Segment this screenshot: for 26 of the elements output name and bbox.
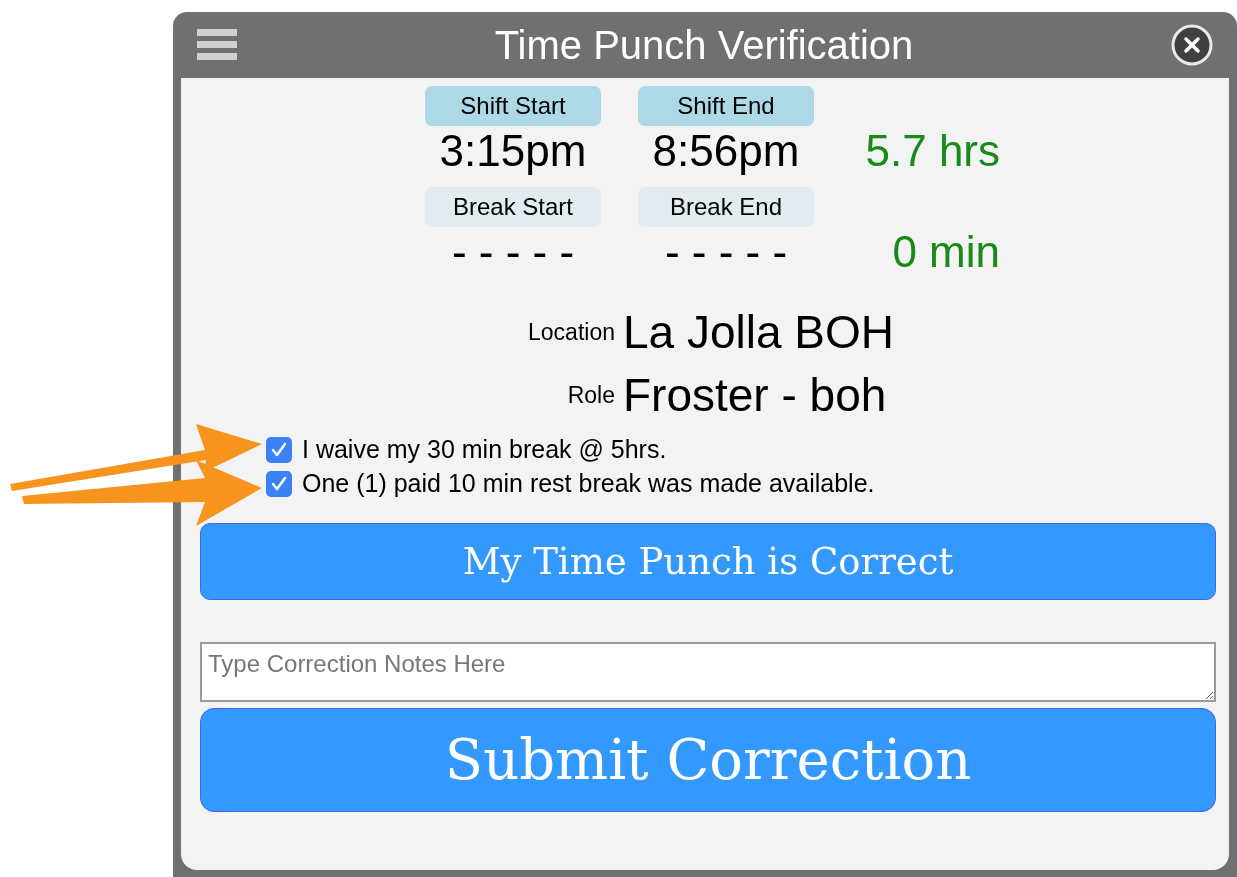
detail-label: Role — [567, 380, 615, 410]
time-label: Shift End — [638, 86, 814, 126]
checkbox[interactable] — [266, 471, 292, 497]
checkmark-icon — [270, 441, 288, 459]
menu-icon[interactable] — [197, 29, 237, 61]
submit-correction-button[interactable]: Submit Correction — [200, 708, 1216, 812]
total-value: 0 min — [892, 230, 1000, 274]
window-title: Time Punch Verification — [494, 25, 914, 65]
checkbox-label: One (1) paid 10 min rest break was made available. — [302, 468, 875, 500]
time-label: Break End — [638, 187, 814, 227]
checkbox[interactable] — [266, 437, 292, 463]
confirm-button[interactable]: My Time Punch is Correct — [200, 523, 1216, 600]
time-value: - - - - - — [451, 230, 575, 274]
close-icon[interactable] — [1171, 24, 1213, 66]
total-value: 5.7 hrs — [865, 129, 1000, 173]
time-value: 3:15pm — [439, 129, 587, 173]
notes-field[interactable]: Type Correction Notes Here — [200, 642, 1216, 702]
detail-label: Location — [528, 317, 615, 347]
detail-value: Froster - boh — [623, 369, 887, 421]
time-value: - - - - - — [664, 230, 788, 274]
checkbox-label: I waive my 30 min break @ 5hrs. — [302, 434, 667, 466]
checkmark-icon — [270, 475, 288, 493]
time-label: Break Start — [425, 187, 601, 227]
time-value: 8:56pm — [652, 129, 800, 173]
time-label: Shift Start — [425, 86, 601, 126]
detail-value: La Jolla BOH — [623, 306, 894, 358]
